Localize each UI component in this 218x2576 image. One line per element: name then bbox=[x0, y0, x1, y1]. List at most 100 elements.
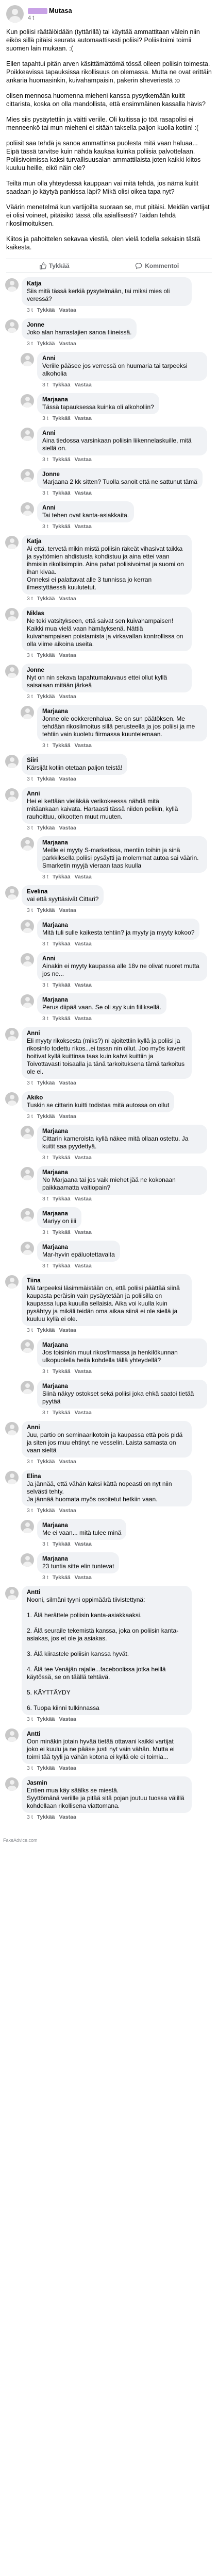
commenter-avatar[interactable] bbox=[21, 837, 34, 851]
commenter-avatar[interactable] bbox=[21, 1553, 34, 1567]
comment-like-link[interactable]: Tykkää bbox=[53, 1015, 71, 1022]
comment-like-link[interactable]: Tykkää bbox=[53, 1196, 71, 1202]
commenter-name[interactable]: Marjaana bbox=[42, 1383, 202, 1390]
commenter-name[interactable]: Akiko bbox=[27, 1094, 169, 1101]
commenter-name[interactable]: Marjaana bbox=[42, 839, 202, 846]
commenter-name[interactable]: Marjaana bbox=[42, 396, 154, 403]
commenter-name-text[interactable]: Marjaana bbox=[42, 1383, 68, 1389]
commenter-name[interactable]: Marjaana bbox=[42, 1244, 115, 1251]
commenter-name-text[interactable]: Anni bbox=[42, 505, 56, 511]
commenter-avatar[interactable] bbox=[21, 1242, 34, 1255]
commenter-name-text[interactable]: Anni bbox=[42, 956, 56, 962]
comment-reply-link[interactable]: Vastaa bbox=[59, 1716, 76, 1722]
commenter-avatar[interactable] bbox=[21, 394, 34, 408]
comment-reply-link[interactable]: Vastaa bbox=[59, 1080, 76, 1086]
commenter-name[interactable]: Anni bbox=[42, 504, 129, 512]
comment-like-link[interactable]: Tykkää bbox=[37, 596, 55, 602]
comment-like-link[interactable]: Tykkää bbox=[37, 652, 55, 658]
comment-reply-link[interactable]: Vastaa bbox=[59, 1814, 76, 1820]
commenter-name[interactable]: Jasmin bbox=[27, 1780, 187, 1787]
commenter-avatar[interactable] bbox=[21, 353, 34, 366]
comment-reply-link[interactable]: Vastaa bbox=[75, 982, 92, 988]
comment-like-link[interactable]: Tykkää bbox=[53, 982, 71, 988]
comment-reply-link[interactable]: Vastaa bbox=[59, 776, 76, 782]
comment-like-link[interactable]: Tykkää bbox=[53, 382, 71, 388]
comment-reply-link[interactable]: Vastaa bbox=[75, 490, 92, 496]
commenter-name-text[interactable]: Anni bbox=[27, 791, 40, 797]
comment-reply-link[interactable]: Vastaa bbox=[75, 415, 92, 421]
comment-reply-link[interactable]: Vastaa bbox=[75, 941, 92, 947]
commenter-avatar[interactable] bbox=[5, 1028, 19, 1041]
commenter-avatar[interactable] bbox=[5, 1728, 19, 1742]
commenter-avatar[interactable] bbox=[5, 755, 19, 768]
commenter-avatar[interactable] bbox=[21, 469, 34, 482]
commenter-name[interactable]: Jonne bbox=[27, 667, 187, 674]
commenter-name-text[interactable]: Anni bbox=[27, 1030, 40, 1037]
commenter-name[interactable]: Marjaana bbox=[42, 922, 194, 929]
comment-like-link[interactable]: Tykkää bbox=[37, 1716, 55, 1722]
commenter-name[interactable]: Antti bbox=[27, 1731, 187, 1738]
comment-reply-link[interactable]: Vastaa bbox=[59, 825, 76, 831]
comment-reply-link[interactable]: Vastaa bbox=[75, 874, 92, 880]
comment-like-link[interactable]: Tykkää bbox=[53, 490, 71, 496]
comment-like-link[interactable]: Tykkää bbox=[53, 1155, 71, 1161]
commenter-name[interactable]: Anni bbox=[27, 1424, 187, 1431]
commenter-name[interactable]: Katja bbox=[27, 538, 187, 545]
commenter-name[interactable]: Marjaana bbox=[42, 1555, 114, 1563]
commenter-avatar[interactable] bbox=[21, 994, 34, 1008]
commenter-name[interactable]: Elina bbox=[27, 1473, 187, 1480]
commenter-avatar[interactable] bbox=[5, 1422, 19, 1435]
commenter-avatar[interactable] bbox=[5, 886, 19, 900]
commenter-name[interactable]: Anni bbox=[42, 430, 202, 437]
commenter-avatar[interactable] bbox=[21, 1340, 34, 1353]
comment-reply-link[interactable]: Vastaa bbox=[75, 1410, 92, 1416]
comment-like-link[interactable]: Tykkää bbox=[37, 1507, 55, 1514]
comment-like-link[interactable]: Tykkää bbox=[37, 1327, 55, 1333]
commenter-avatar[interactable] bbox=[5, 1471, 19, 1484]
commenter-name-text[interactable]: Marjaana bbox=[42, 922, 68, 928]
comment-like-link[interactable]: Tykkää bbox=[53, 1574, 71, 1581]
commenter-name[interactable]: Tiina bbox=[27, 1277, 187, 1284]
commenter-name[interactable]: Marjaana bbox=[42, 1128, 202, 1135]
comment-like-link[interactable]: Tykkää bbox=[53, 1541, 71, 1547]
commenter-avatar[interactable] bbox=[5, 608, 19, 621]
like-action[interactable]: Tykkää bbox=[39, 262, 70, 269]
commenter-name-text[interactable]: Marjaana bbox=[42, 1244, 68, 1250]
commenter-name[interactable]: Antti bbox=[27, 1589, 187, 1596]
commenter-avatar[interactable] bbox=[5, 319, 19, 333]
comment-reply-link[interactable]: Vastaa bbox=[59, 693, 76, 700]
commenter-avatar[interactable] bbox=[21, 1208, 34, 1222]
commenter-name[interactable]: Evelina bbox=[27, 888, 98, 895]
comment-like-link[interactable]: Tykkää bbox=[53, 1410, 71, 1416]
commenter-name-text[interactable]: Jasmin bbox=[27, 1780, 47, 1786]
commenter-name-text[interactable]: Antti bbox=[27, 1589, 40, 1596]
commenter-name-text[interactable]: Marjaana bbox=[42, 840, 68, 846]
comment-reply-link[interactable]: Vastaa bbox=[75, 1015, 92, 1022]
commenter-avatar[interactable] bbox=[5, 1092, 19, 1106]
commenter-avatar[interactable] bbox=[21, 1167, 34, 1180]
commenter-avatar[interactable] bbox=[5, 536, 19, 549]
comment-reply-link[interactable]: Vastaa bbox=[75, 742, 92, 749]
commenter-name-text[interactable]: Anni bbox=[42, 430, 56, 436]
comment-reply-link[interactable]: Vastaa bbox=[75, 1155, 92, 1161]
commenter-avatar[interactable] bbox=[5, 278, 19, 292]
commenter-name-text[interactable]: Marjaana bbox=[42, 997, 68, 1003]
comment-like-link[interactable]: Tykkää bbox=[37, 1765, 55, 1771]
commenter-name-text[interactable]: Marjaana bbox=[42, 708, 68, 715]
comment-like-link[interactable]: Tykkää bbox=[37, 1459, 55, 1465]
commenter-name-text[interactable]: Katja bbox=[27, 281, 41, 287]
commenter-name-text[interactable]: Marjaana bbox=[42, 397, 68, 403]
commenter-name-text[interactable]: Tiina bbox=[27, 1278, 41, 1284]
comment-reply-link[interactable]: Vastaa bbox=[75, 1574, 92, 1581]
commenter-name[interactable]: Anni bbox=[42, 355, 202, 362]
commenter-name-text[interactable]: Marjaana bbox=[42, 1522, 68, 1529]
comment-like-link[interactable]: Tykkää bbox=[37, 1113, 55, 1120]
comment-like-link[interactable]: Tykkää bbox=[37, 776, 55, 782]
commenter-name-text[interactable]: Marjaana bbox=[42, 1211, 68, 1217]
commenter-name[interactable]: Marjaana bbox=[42, 996, 161, 1004]
comment-reply-link[interactable]: Vastaa bbox=[75, 1196, 92, 1202]
comment-reply-link[interactable]: Vastaa bbox=[59, 652, 76, 658]
comment-like-link[interactable]: Tykkää bbox=[53, 415, 71, 421]
comment-reply-link[interactable]: Vastaa bbox=[75, 456, 92, 463]
comment-like-link[interactable]: Tykkää bbox=[53, 1229, 71, 1235]
